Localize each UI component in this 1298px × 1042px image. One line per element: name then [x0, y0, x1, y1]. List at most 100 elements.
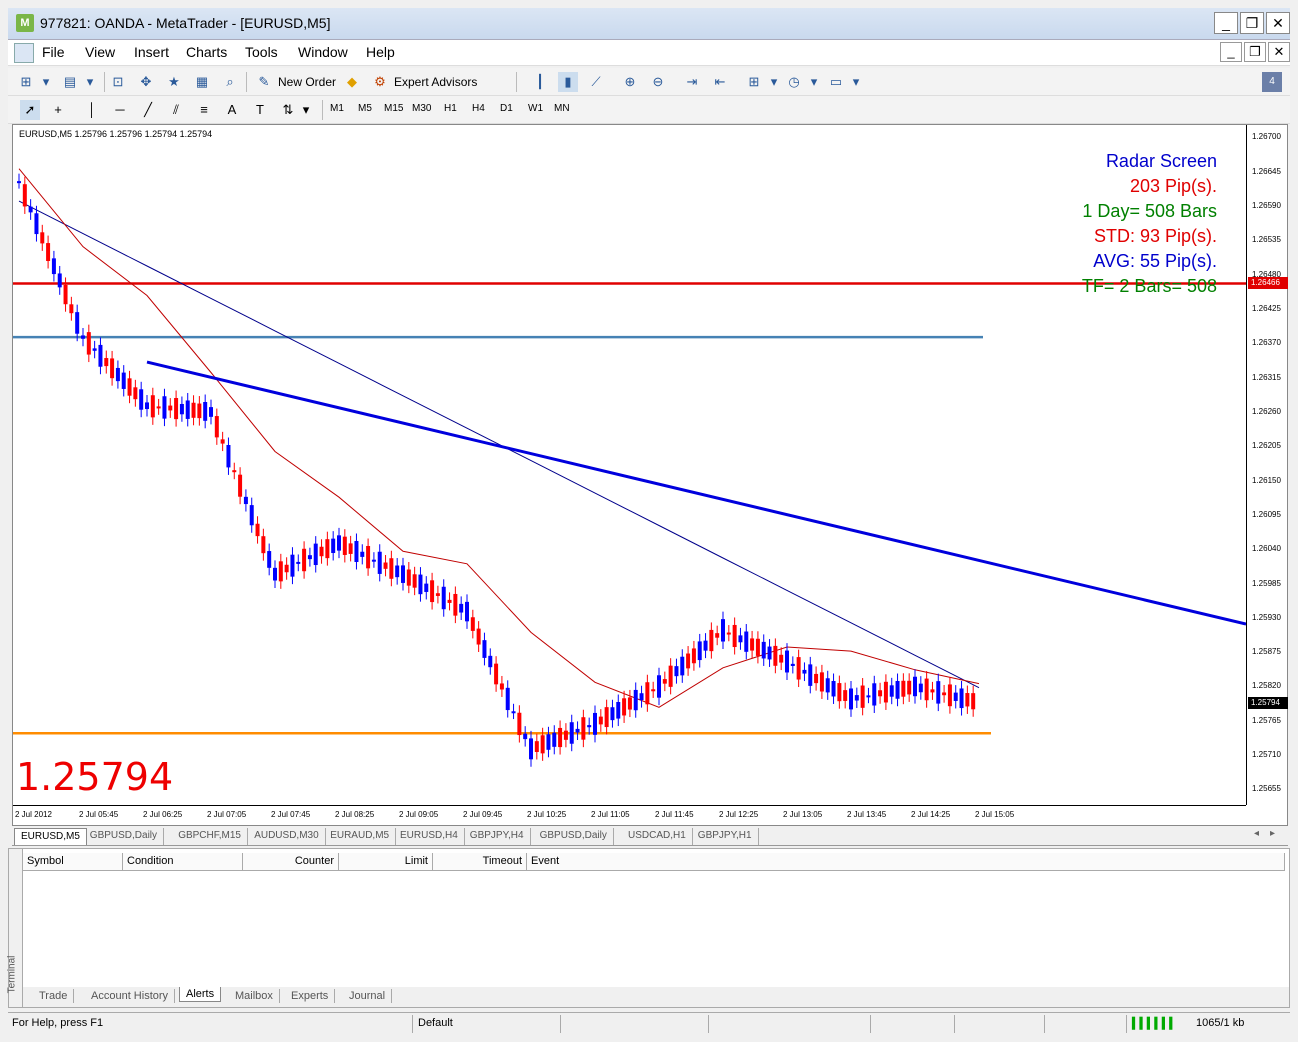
chart-tab[interactable]: USDCAD,H1	[622, 828, 693, 845]
crosshair-target-icon[interactable]: ✥	[136, 72, 156, 92]
mdi-close-button[interactable]: ✕	[1268, 42, 1290, 62]
terminal-icon[interactable]: ▦	[192, 72, 212, 92]
candle-body	[133, 387, 138, 400]
tab-scroll-right-icon[interactable]: ▸	[1270, 828, 1275, 839]
new-order-icon[interactable]: ✎	[254, 72, 274, 92]
mdi-restore-button[interactable]: ❐	[1244, 42, 1266, 62]
menu-view[interactable]: View	[85, 44, 115, 60]
candle-body	[878, 690, 883, 697]
channel-icon[interactable]: ⫽	[166, 100, 186, 120]
new-order-button[interactable]: New Order	[278, 75, 336, 89]
trendline-icon[interactable]: ╱	[138, 100, 158, 120]
text-icon[interactable]: A	[222, 100, 242, 120]
navigator-icon[interactable]: ★	[164, 72, 184, 92]
vertical-line-icon[interactable]: │	[82, 100, 102, 120]
price-tick: 1.25930	[1252, 612, 1281, 622]
minimize-button[interactable]: _	[1214, 12, 1238, 34]
column-timeout[interactable]: Timeout	[433, 853, 527, 871]
column-symbol[interactable]: Symbol	[23, 853, 123, 871]
dropdown-arrow-icon[interactable]: ▾	[36, 72, 56, 92]
profiles-icon[interactable]: ▤	[60, 72, 80, 92]
horizontal-line-icon[interactable]: ─	[110, 100, 130, 120]
tab-alerts[interactable]: Alerts	[179, 987, 222, 1002]
fibonacci-icon[interactable]: ≡	[194, 100, 214, 120]
time-tick: 2 Jul 11:45	[655, 810, 694, 819]
dropdown-arrow-icon[interactable]: ▾	[296, 100, 316, 120]
cursor-icon[interactable]: ➚	[20, 100, 40, 120]
crosshair-icon[interactable]: +	[48, 100, 68, 120]
timeframe-h4[interactable]: H4	[472, 103, 485, 114]
close-button[interactable]: ✕	[1266, 12, 1290, 34]
chart-tab[interactable]: GBPJPY,H1	[692, 828, 759, 845]
time-tick: 2 Jul 12:25	[719, 810, 759, 819]
menu-tools[interactable]: Tools	[245, 44, 278, 60]
notification-badge[interactable]: 4	[1262, 72, 1282, 92]
zoom-out-icon[interactable]: ⊖	[648, 72, 668, 92]
dropdown-arrow-icon[interactable]: ▾	[846, 72, 866, 92]
tab-mailbox[interactable]: Mailbox	[229, 989, 280, 1003]
new-chart-icon[interactable]: ⊞	[16, 72, 36, 92]
bar-chart-icon[interactable]: ┃	[530, 72, 550, 92]
chart-tab[interactable]: GBPJPY,H4	[464, 828, 531, 845]
column-limit[interactable]: Limit	[339, 853, 433, 871]
candle-body	[430, 580, 435, 603]
metaeditor-icon[interactable]: ◆	[342, 72, 362, 92]
timeframe-m30[interactable]: M30	[412, 103, 431, 114]
candle-body	[261, 536, 266, 554]
periods-clock-icon[interactable]: ◷	[784, 72, 804, 92]
mdi-minimize-button[interactable]: _	[1220, 42, 1242, 62]
zoom-in-icon[interactable]: ⊕	[620, 72, 640, 92]
tab-scroll-left-icon[interactable]: ◂	[1254, 828, 1259, 839]
tab-experts[interactable]: Experts	[285, 989, 336, 1003]
indicators-icon[interactable]: ⊞	[744, 72, 764, 92]
candle-body	[28, 206, 33, 213]
chart-tab[interactable]: EURUSD,M5	[14, 828, 87, 845]
dropdown-arrow-icon[interactable]: ▾	[80, 72, 100, 92]
candlestick-icon[interactable]: ▮	[558, 72, 578, 92]
tab-account-history[interactable]: Account History	[85, 989, 176, 1003]
column-condition[interactable]: Condition	[123, 853, 243, 871]
arrows-icon[interactable]: ⇅	[278, 100, 298, 120]
chart-window[interactable]: EURUSD,M5 1.25796 1.25796 1.25794 1.2579…	[12, 124, 1288, 826]
price-chart[interactable]	[13, 125, 1246, 805]
auto-scroll-icon[interactable]: ⇥	[682, 72, 702, 92]
strategy-tester-icon[interactable]: ⌕	[220, 72, 240, 92]
timeframe-m5[interactable]: M5	[358, 103, 372, 114]
market-watch-icon[interactable]: ⊡	[108, 72, 128, 92]
chart-tab[interactable]: GBPUSD,Daily	[84, 828, 165, 845]
maximize-button[interactable]: ❐	[1240, 12, 1264, 34]
text-label-icon[interactable]: T	[250, 100, 270, 120]
chart-tab[interactable]: EURUSD,H4	[394, 828, 465, 845]
column-event[interactable]: Event	[527, 853, 1285, 871]
tab-trade[interactable]: Trade	[33, 989, 75, 1003]
menu-file[interactable]: File	[42, 44, 65, 60]
chart-tab[interactable]: GBPCHF,M15	[172, 828, 248, 845]
candle-body	[69, 304, 74, 314]
candle-body	[790, 663, 795, 666]
time-tick: 2 Jul 14:25	[911, 810, 951, 819]
timeframe-m1[interactable]: M1	[330, 103, 344, 114]
templates-icon[interactable]: ▭	[826, 72, 846, 92]
expert-advisors-icon[interactable]: ⚙	[370, 72, 390, 92]
dropdown-arrow-icon[interactable]: ▾	[804, 72, 824, 92]
menu-window[interactable]: Window	[298, 44, 348, 60]
chart-tab[interactable]: AUDUSD,M30	[248, 828, 326, 845]
column-counter[interactable]: Counter	[243, 853, 339, 871]
timeframe-mn[interactable]: MN	[554, 103, 570, 114]
timeframe-h1[interactable]: H1	[444, 103, 457, 114]
menu-insert[interactable]: Insert	[134, 44, 169, 60]
menu-help[interactable]: Help	[366, 44, 395, 60]
chart-tab[interactable]: EURAUD,M5	[324, 828, 397, 845]
dropdown-arrow-icon[interactable]: ▾	[764, 72, 784, 92]
timeframe-m15[interactable]: M15	[384, 103, 403, 114]
candle-body	[645, 682, 650, 705]
tab-journal[interactable]: Journal	[343, 989, 393, 1003]
chart-tab[interactable]: GBPUSD,Daily	[534, 828, 614, 845]
expert-advisors-button[interactable]: Expert Advisors	[394, 75, 477, 89]
menu-charts[interactable]: Charts	[186, 44, 227, 60]
line-chart-icon[interactable]: ⟋	[586, 72, 606, 92]
timeframe-d1[interactable]: D1	[500, 103, 513, 114]
candle-body	[331, 538, 336, 553]
timeframe-w1[interactable]: W1	[528, 103, 543, 114]
chart-shift-icon[interactable]: ⇤	[710, 72, 730, 92]
